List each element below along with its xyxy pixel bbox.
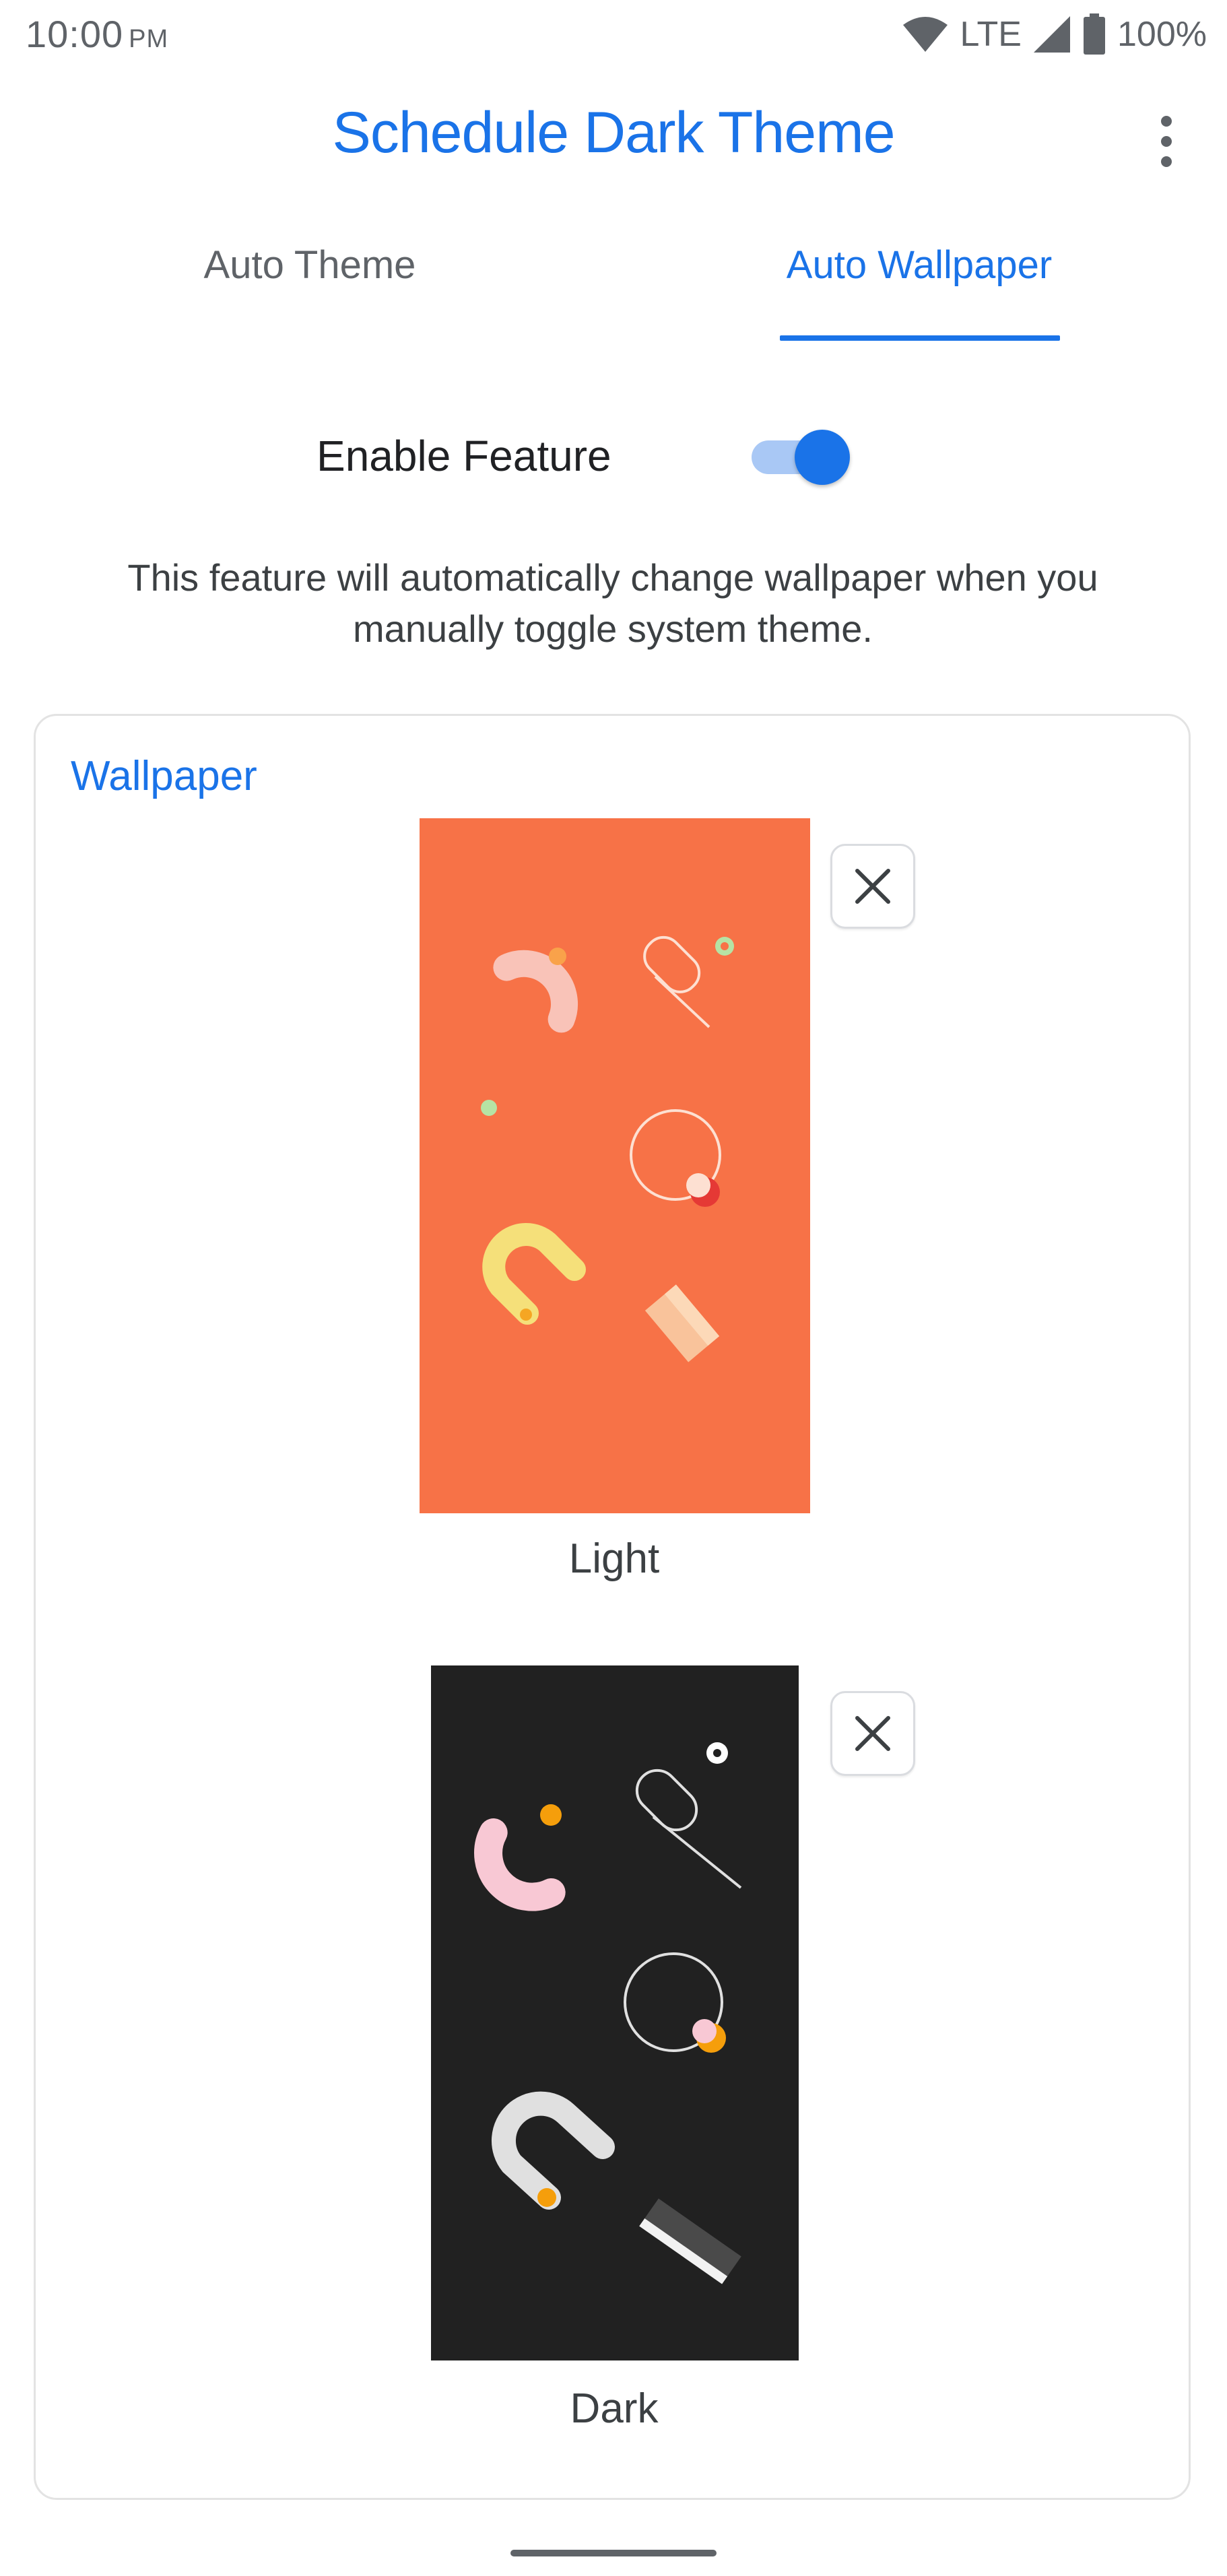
enable-feature-toggle[interactable] (748, 427, 850, 488)
card-title: Wallpaper (71, 753, 257, 799)
dark-caption: Dark (570, 2385, 659, 2432)
remove-dark-wallpaper-button[interactable] (830, 1691, 915, 1776)
tab-indicator (780, 335, 1060, 341)
tab-auto-wallpaper[interactable]: Auto Wallpaper (774, 242, 1064, 288)
tab-auto-theme[interactable]: Auto Theme (175, 242, 444, 288)
gesture-navigation-bar[interactable] (510, 2550, 717, 2556)
close-icon (855, 869, 890, 904)
remove-light-wallpaper-button[interactable] (830, 844, 915, 929)
battery-icon (1082, 13, 1106, 55)
close-icon (855, 1716, 890, 1751)
menu-dot (1161, 136, 1172, 147)
dark-wallpaper-art (474, 1742, 742, 2284)
light-caption: Light (568, 1535, 660, 1582)
cellular-signal-icon (1032, 15, 1071, 54)
enable-feature-label: Enable Feature (317, 432, 611, 480)
status-icons: LTE 100% (902, 11, 1207, 58)
status-ampm: PM (129, 25, 169, 53)
toggle-thumb (795, 430, 850, 485)
page-title: Schedule Dark Theme (332, 100, 895, 165)
network-type: LTE (960, 15, 1022, 54)
wallpaper-card: Wallpaper Light Dark (34, 714, 1191, 2500)
battery-level: 100% (1117, 15, 1207, 54)
more-vert-icon[interactable] (1145, 108, 1188, 175)
wifi-icon (902, 15, 949, 53)
menu-dot (1161, 116, 1172, 127)
light-wallpaper-art (481, 935, 734, 1362)
status-time: 10:00 (26, 13, 124, 55)
status-clock: 10:00 PM (26, 12, 168, 56)
app-screen: 10:00 PM LTE 100% Schedule Dark Theme Aut… (0, 0, 1227, 2576)
feature-description: This feature will automatically change w… (127, 556, 1098, 650)
status-bar: 10:00 PM LTE 100% (0, 0, 1227, 74)
menu-dot (1161, 156, 1172, 167)
light-wallpaper-preview[interactable] (420, 818, 810, 1513)
dark-wallpaper-preview[interactable] (431, 1665, 799, 2360)
